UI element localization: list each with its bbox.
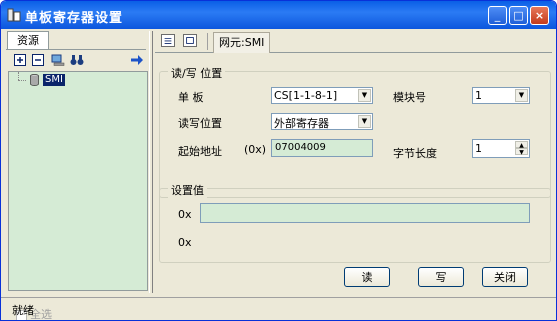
read-write-position-group: 读/写 位置 单 板 CS[1-1-8-1] ▼ 模块号 1 ▼ 读写位置 外部… bbox=[159, 65, 551, 198]
module-label: 模块号 bbox=[393, 91, 426, 104]
byte-length-value: 1 bbox=[475, 142, 482, 155]
resource-toolbar bbox=[10, 53, 146, 69]
module-value: 1 bbox=[475, 89, 482, 102]
hex-prefix-label: (0x) bbox=[244, 143, 267, 156]
tree-item-smi[interactable]: SMI bbox=[43, 74, 65, 86]
register-settings-panel: 网元:SMI 读/写 位置 单 板 CS[1-1-8-1] ▼ 模块号 1 ▼ … bbox=[155, 31, 552, 293]
module-select[interactable]: 1 ▼ bbox=[472, 87, 530, 104]
group-legend: 读/写 位置 bbox=[168, 65, 226, 81]
computer-icon[interactable] bbox=[51, 54, 65, 66]
maximize-button[interactable]: □ bbox=[509, 6, 528, 25]
tab-divider bbox=[6, 49, 146, 50]
set-value-input[interactable] bbox=[200, 203, 530, 223]
title-bar[interactable]: 单板寄存器设置 _ □ × bbox=[1, 1, 556, 29]
expand-icon[interactable] bbox=[14, 54, 26, 66]
chevron-down-icon[interactable]: ▼ bbox=[358, 89, 371, 102]
panel-splitter[interactable] bbox=[149, 31, 153, 293]
tree-line bbox=[18, 72, 20, 80]
start-address-label: 起始地址 bbox=[178, 145, 222, 158]
dialog-window: 单板寄存器设置 _ □ × 资源 SMI 全选 网元:SMI 读/写 位置 单 … bbox=[0, 0, 557, 321]
collapse-icon[interactable] bbox=[32, 54, 44, 66]
close-button[interactable]: 关闭 bbox=[482, 267, 528, 287]
write-button[interactable]: 写 bbox=[418, 267, 464, 287]
group-legend: 设置值 bbox=[168, 182, 207, 198]
spin-down-icon[interactable]: ▼ bbox=[515, 148, 528, 156]
window-title: 单板寄存器设置 bbox=[25, 11, 124, 26]
resource-tree[interactable]: SMI bbox=[8, 71, 148, 291]
tree-line bbox=[18, 80, 26, 82]
minimize-button[interactable]: _ bbox=[488, 6, 507, 25]
byte-length-stepper[interactable]: 1 ▲ ▼ bbox=[472, 139, 530, 158]
hex-prefix-label: 0x bbox=[178, 208, 192, 221]
chevron-down-icon[interactable]: ▼ bbox=[358, 115, 371, 128]
list-view-icon[interactable] bbox=[183, 34, 197, 47]
binoculars-icon[interactable] bbox=[70, 54, 84, 66]
start-address-input[interactable]: 07004009 bbox=[271, 139, 373, 157]
rw-position-label: 读写位置 bbox=[178, 117, 222, 130]
resource-panel: 资源 SMI 全选 bbox=[6, 31, 148, 320]
board-label: 单 板 bbox=[178, 91, 204, 104]
chevron-down-icon[interactable]: ▼ bbox=[515, 89, 528, 102]
start-address-value: 07004009 bbox=[275, 142, 326, 153]
app-icon bbox=[7, 8, 21, 22]
database-icon bbox=[30, 74, 39, 86]
board-value: CS[1-1-8-1] bbox=[274, 89, 338, 102]
byte-length-label: 字节长度 bbox=[393, 147, 437, 160]
tab-resources[interactable]: 资源 bbox=[7, 31, 49, 50]
set-value-group: 设置值 0x 0x bbox=[159, 182, 551, 263]
rw-position-select[interactable]: 外部寄存器 ▼ bbox=[271, 113, 373, 130]
read-button[interactable]: 读 bbox=[344, 267, 390, 287]
arrow-right-icon[interactable] bbox=[130, 54, 144, 66]
status-text: 就绪 bbox=[12, 304, 34, 317]
tab-network-element[interactable]: 网元:SMI bbox=[213, 32, 271, 53]
rw-position-value: 外部寄存器 bbox=[274, 117, 329, 130]
grid-view-icon[interactable] bbox=[161, 34, 175, 47]
right-toolbar: 网元:SMI bbox=[155, 31, 552, 53]
board-select[interactable]: CS[1-1-8-1] ▼ bbox=[271, 87, 373, 104]
spin-up-icon[interactable]: ▲ bbox=[515, 141, 528, 149]
toolbar-separator bbox=[207, 33, 208, 50]
spinner-buttons[interactable]: ▲ ▼ bbox=[515, 141, 528, 156]
hex-prefix-label: 0x bbox=[178, 236, 192, 249]
close-window-button[interactable]: × bbox=[530, 6, 549, 25]
status-bar: 就绪 bbox=[1, 297, 556, 320]
